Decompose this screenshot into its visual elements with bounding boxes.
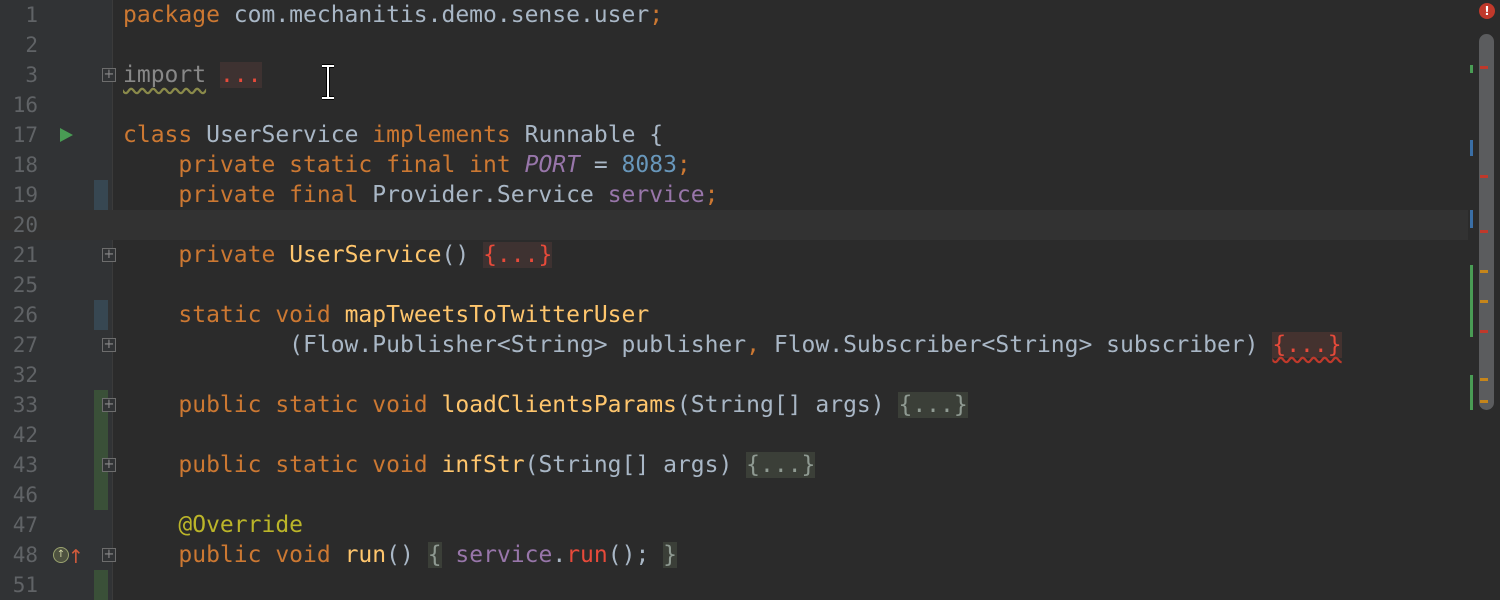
stripe-mark[interactable] xyxy=(1480,66,1488,69)
stripe-mark[interactable] xyxy=(1480,230,1488,233)
line-number: 33 xyxy=(12,393,38,417)
stripe-mark[interactable] xyxy=(1480,270,1488,273)
method-declaration: public static void infStr(String[] args)… xyxy=(178,452,816,478)
override-method-icon[interactable]: ↑ xyxy=(53,547,69,563)
line-number: 16 xyxy=(12,93,38,117)
stripe-mark[interactable] xyxy=(1480,330,1488,333)
code-line[interactable]: 17 class UserService implements Runnable… xyxy=(0,120,1468,150)
constructor-declaration: private UserService() {...} xyxy=(178,242,553,268)
vcs-modified-marker[interactable] xyxy=(94,180,108,210)
code-line[interactable]: 43 + public static void infStr(String[] … xyxy=(0,450,1468,480)
line-number: 20 xyxy=(12,213,38,237)
line-number: 47 xyxy=(12,513,38,537)
package-statement: package com.mechanitis.demo.sense.user; xyxy=(123,2,664,28)
method-parameters: (Flow.Publisher<String> publisher, Flow.… xyxy=(289,332,1342,358)
code-line[interactable]: 1 package com.mechanitis.demo.sense.user… xyxy=(0,0,1468,30)
line-number: 19 xyxy=(12,183,38,207)
implements-arrow-icon[interactable]: ↑ xyxy=(68,542,84,572)
line-number: 27 xyxy=(12,333,38,357)
line-number: 21 xyxy=(12,243,38,267)
code-line[interactable]: 48 ↑ ↑ + public void run() { service.run… xyxy=(0,540,1468,570)
code-line[interactable]: 51 xyxy=(0,570,1468,600)
folded-region[interactable]: {...} xyxy=(1272,332,1342,358)
vcs-added-marker[interactable] xyxy=(94,570,108,600)
stripe-mark[interactable] xyxy=(1470,65,1473,73)
stripe-mark[interactable] xyxy=(1480,378,1488,381)
stripe-mark[interactable] xyxy=(1480,400,1488,403)
method-declaration: public static void loadClientsParams(Str… xyxy=(178,392,968,418)
fold-expand-icon[interactable]: + xyxy=(102,458,116,472)
folded-region[interactable]: {...} xyxy=(483,242,553,268)
stripe-mark[interactable] xyxy=(1470,210,1473,228)
annotation: @Override xyxy=(178,512,304,538)
fold-expand-icon[interactable]: + xyxy=(102,548,116,562)
stripe-mark[interactable] xyxy=(1470,375,1473,410)
code-line[interactable]: 42 xyxy=(0,420,1468,450)
code-line-current[interactable]: 20 xyxy=(0,210,1468,240)
code-line[interactable]: 33 + public static void loadClientsParam… xyxy=(0,390,1468,420)
folded-region[interactable]: ... xyxy=(219,62,262,88)
line-number: 25 xyxy=(12,273,38,297)
line-number: 48 xyxy=(12,543,38,567)
line-number: 51 xyxy=(12,573,38,597)
method-declaration: static void mapTweetsToTwitterUser xyxy=(178,302,650,328)
text-cursor-icon xyxy=(322,64,334,100)
line-number: 1 xyxy=(25,3,38,27)
fold-expand-icon[interactable]: + xyxy=(102,68,116,82)
vcs-modified-marker[interactable] xyxy=(94,300,108,330)
field-declaration: private final Provider.Service service; xyxy=(178,182,719,208)
line-number: 42 xyxy=(12,423,38,447)
fold-expand-icon[interactable]: + xyxy=(102,398,116,412)
code-line[interactable]: 25 xyxy=(0,270,1468,300)
folded-region[interactable]: {...} xyxy=(898,392,968,418)
error-stripe-scrollbar[interactable]: ! xyxy=(1468,0,1500,600)
vcs-added-marker[interactable] xyxy=(94,480,108,510)
run-gutter-icon[interactable] xyxy=(60,128,73,142)
stripe-mark[interactable] xyxy=(1480,175,1488,178)
code-line[interactable]: 26 static void mapTweetsToTwitterUser xyxy=(0,300,1468,330)
code-line[interactable]: 19 private final Provider.Service servic… xyxy=(0,180,1468,210)
code-line[interactable]: 3 + import ... xyxy=(0,60,1468,90)
line-number: 3 xyxy=(25,63,38,87)
error-indicator-icon[interactable]: ! xyxy=(1479,3,1495,19)
folded-region[interactable]: {...} xyxy=(746,452,816,478)
line-number: 18 xyxy=(12,153,38,177)
import-fold[interactable]: import ... xyxy=(123,60,262,90)
field-declaration: private static final int PORT = 8083; xyxy=(178,152,691,178)
class-declaration: class UserService implements Runnable { xyxy=(123,122,664,148)
code-line[interactable]: 16 xyxy=(0,90,1468,120)
line-number: 17 xyxy=(12,123,38,147)
stripe-mark[interactable] xyxy=(1470,265,1473,337)
line-number: 46 xyxy=(12,483,38,507)
code-line[interactable]: 27 + (Flow.Publisher<String> publisher, … xyxy=(0,330,1468,360)
code-line[interactable]: 2 xyxy=(0,30,1468,60)
fold-expand-icon[interactable]: + xyxy=(102,338,116,352)
line-number: 26 xyxy=(12,303,38,327)
code-line[interactable]: 21 + private UserService() {...} xyxy=(0,240,1468,270)
scrollbar-thumb[interactable] xyxy=(1479,34,1494,410)
code-line[interactable]: 47 @Override xyxy=(0,510,1468,540)
stripe-mark[interactable] xyxy=(1470,140,1473,156)
line-number: 2 xyxy=(25,33,38,57)
fold-expand-icon[interactable]: + xyxy=(102,248,116,262)
code-line[interactable]: 18 private static final int PORT = 8083; xyxy=(0,150,1468,180)
line-number: 32 xyxy=(12,363,38,387)
code-line[interactable]: 32 xyxy=(0,360,1468,390)
vcs-added-marker[interactable] xyxy=(94,420,108,450)
method-declaration: public void run() { service.run(); } xyxy=(178,542,678,568)
line-number: 43 xyxy=(12,453,38,477)
code-line[interactable]: 46 xyxy=(0,480,1468,510)
stripe-mark[interactable] xyxy=(1480,300,1488,303)
code-editor[interactable]: 1 package com.mechanitis.demo.sense.user… xyxy=(0,0,1500,600)
